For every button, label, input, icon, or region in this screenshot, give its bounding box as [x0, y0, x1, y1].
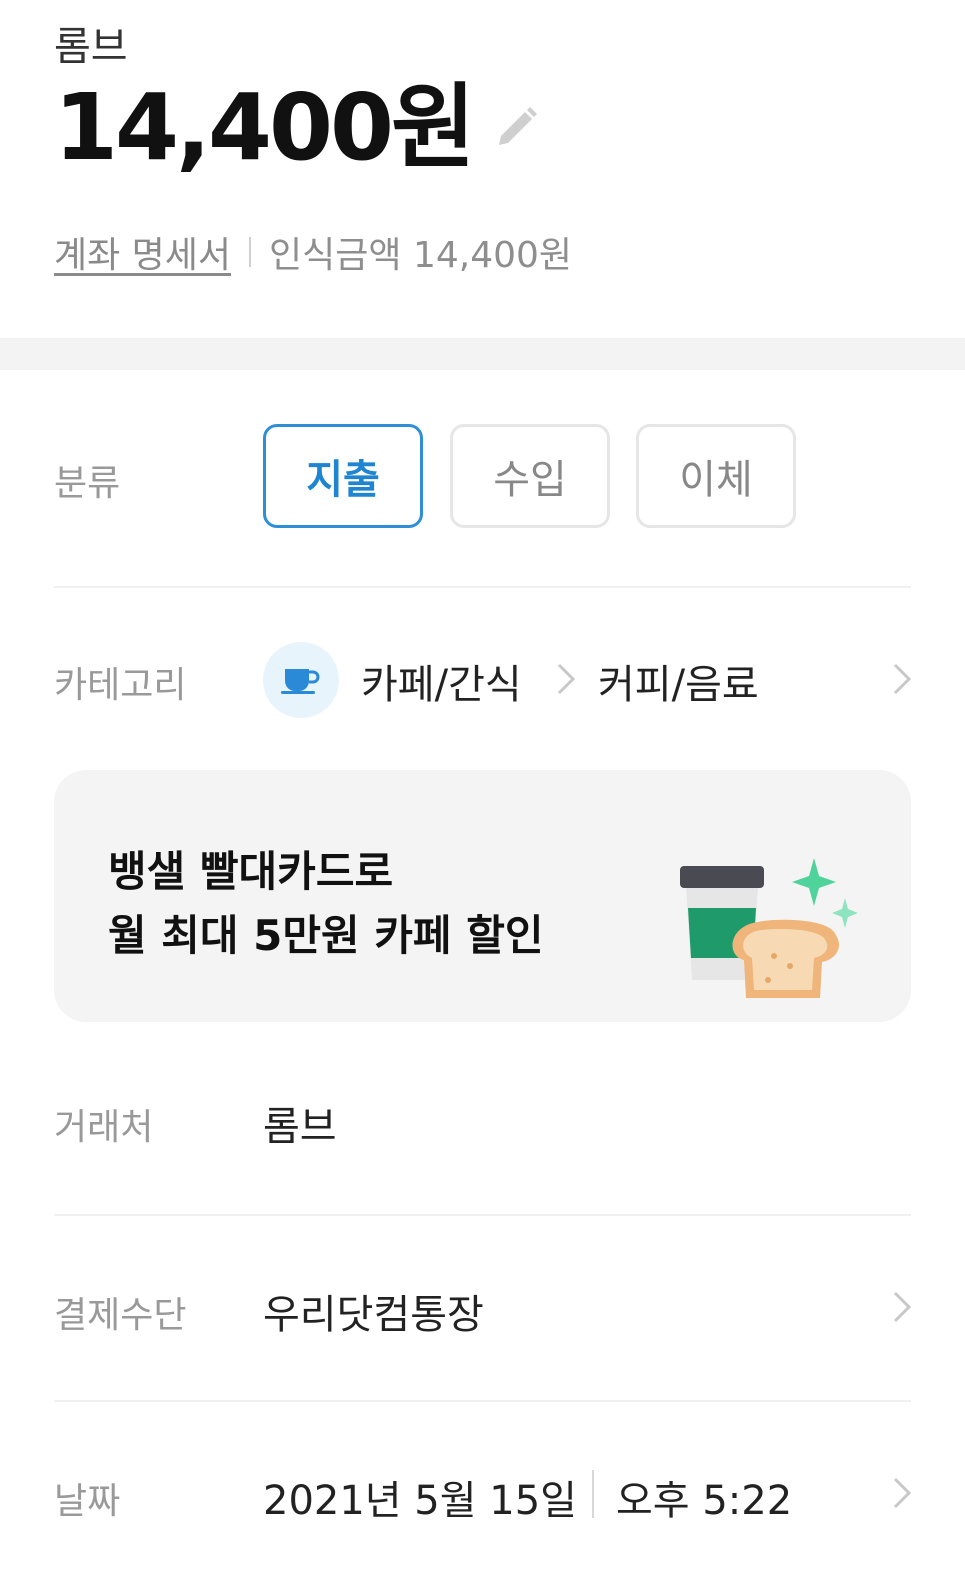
separator: [592, 1470, 594, 1518]
type-label: 분류: [54, 463, 121, 504]
chevron-right-icon: [556, 662, 576, 700]
pencil-icon[interactable]: [491, 103, 541, 153]
type-income-button[interactable]: 수입: [450, 424, 610, 528]
subcategory-name[interactable]: 커피/음료: [598, 652, 759, 710]
promo-banner[interactable]: 뱅샐 빨대카드로 월 최대 5만원 카페 할인: [54, 770, 911, 1022]
row-divider: [54, 1400, 911, 1402]
merchant-value[interactable]: 롬브: [263, 1094, 337, 1152]
section-divider-band: [0, 338, 965, 370]
amount-row: 14,400원: [54, 82, 541, 174]
chevron-right-icon[interactable]: [892, 662, 912, 700]
category-name[interactable]: 카페/간식: [361, 652, 522, 710]
separator: [249, 237, 252, 267]
type-expense-button[interactable]: 지출: [263, 424, 423, 528]
payment-method-label: 결제수단: [54, 1295, 187, 1336]
type-transfer-button[interactable]: 이체: [636, 424, 796, 528]
row-divider: [54, 1214, 911, 1216]
date-value[interactable]: 2021년 5월 15일: [263, 1468, 577, 1526]
banner-line-2: 월 최대 5만원 카페 할인: [108, 911, 544, 960]
chevron-right-icon[interactable]: [892, 1290, 912, 1328]
chevron-right-icon[interactable]: [892, 1476, 912, 1514]
account-statement-link[interactable]: 계좌 명세서: [54, 226, 231, 278]
date-label: 날짜: [54, 1481, 121, 1522]
coffee-toast-illustration: [680, 858, 858, 998]
time-value[interactable]: 오후 5:22: [616, 1468, 792, 1526]
coffee-cup-icon: [263, 642, 339, 718]
payment-method-value[interactable]: 우리닷컴통장: [263, 1282, 484, 1340]
row-divider: [54, 586, 911, 588]
category-label: 카테고리: [54, 665, 187, 706]
merchant-title: 롬브: [54, 24, 128, 70]
amount-sub-info: 계좌 명세서 인식금액 14,400원: [54, 226, 572, 278]
transaction-detail-page: 롬브 14,400원 계좌 명세서 인식금액 14,400원 분류 지출 수입 …: [0, 0, 965, 1580]
amount-value[interactable]: 14,400원: [54, 82, 476, 174]
merchant-label: 거래처: [54, 1107, 154, 1148]
recognized-amount: 인식금액 14,400원: [269, 235, 573, 276]
banner-line-1: 뱅샐 빨대카드로: [108, 847, 394, 896]
